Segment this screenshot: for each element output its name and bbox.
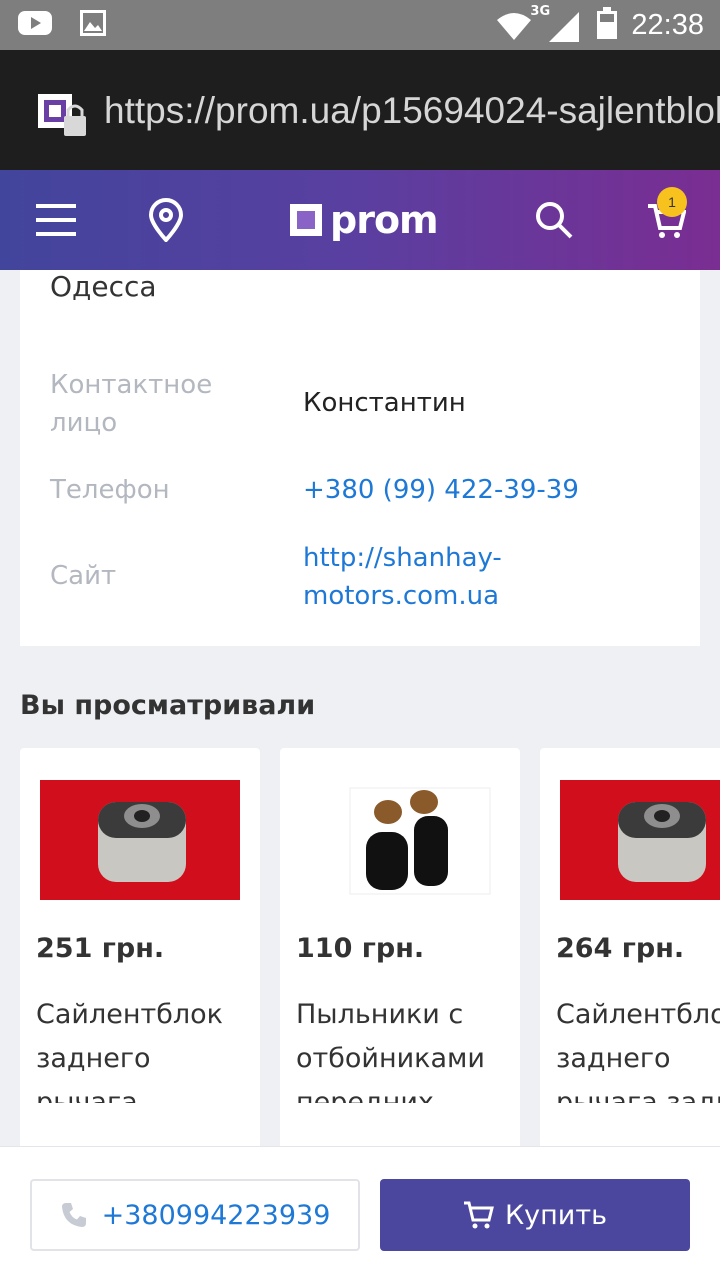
cart-count-badge: 1 [657,187,687,217]
search-icon [536,202,573,239]
product-card[interactable]: 110 грн. Пыльники с отбойниками передних [280,748,520,1148]
site-label: Сайт [50,561,117,591]
product-title[interactable]: Пыльники с отбойниками передних [296,993,520,1103]
product-title[interactable]: Сайлентблок заднего рычага [36,993,260,1103]
product-card[interactable]: 264 грн. Сайлентблок заднего рычага задн [540,748,720,1148]
product-title-line: рычага [36,1087,138,1103]
product-title-line: Сайлентблок [36,999,223,1030]
site-link[interactable]: http://shanhay-motors.com.ua [303,539,533,615]
contact-person-label: Контактное лицо [50,370,213,438]
signal-area: 3G [497,4,580,44]
contact-person-value: Константин [303,388,466,418]
call-button[interactable]: +380994223939 [30,1179,360,1251]
call-button-label: +380994223939 [101,1199,331,1231]
product-price: 251 грн. [36,933,165,964]
cart-icon [464,1201,494,1229]
product-card[interactable]: 251 грн. Сайлентблок заднего рычага [20,748,260,1148]
phone-label: Телефон [50,475,170,505]
seller-city: Одесса [50,270,157,303]
bottom-action-bar: +380994223939 Купить [0,1146,720,1280]
product-title-line: заднего [36,1043,151,1074]
clock: 22:38 [631,8,704,41]
product-title-line: отбойниками [296,1043,485,1074]
site-lock-icon [36,92,88,140]
logo-text: prom [330,198,439,242]
location-button[interactable] [142,196,190,244]
browser-url-bar[interactable]: https://prom.ua/p15694024-sajlentblok [0,50,720,170]
youtube-icon [18,10,52,40]
battery-icon [597,7,618,43]
product-title[interactable]: Сайлентблок заднего рычага задн [556,993,720,1103]
product-title-line: рычага задн [556,1087,720,1103]
product-image[interactable] [40,780,240,900]
product-image[interactable] [560,780,720,900]
buy-button-label: Купить [505,1199,607,1231]
location-pin-icon [148,198,184,242]
phone-link[interactable]: +380 (99) 422-39-39 [303,471,683,509]
product-title-line: передних [296,1087,434,1103]
product-title-line: Сайлентблок [556,999,720,1030]
buy-button[interactable]: Купить [380,1179,690,1251]
product-price: 264 грн. [556,933,685,964]
site-header: prom [0,170,720,270]
recently-viewed-carousel[interactable]: 251 грн. Сайлентблок заднего рычага 110 … [0,748,720,1148]
prom-logo[interactable]: prom [290,198,439,242]
status-bar: 3G 22:38 [0,0,720,50]
network-type: 3G [530,4,551,19]
product-image[interactable] [300,780,500,900]
recently-viewed-title: Вы просматривали [20,690,316,721]
product-title-line: Пыльники с [296,999,464,1030]
gallery-icon [80,10,106,40]
seller-contact-card: Одесса Контактное лицо Константин Телефо… [20,270,700,646]
url-text[interactable]: https://prom.ua/p15694024-sajlentblok [104,90,720,132]
search-button[interactable] [530,196,578,244]
wifi-icon [497,12,532,44]
menu-button[interactable] [32,196,80,244]
phone-icon [61,1203,86,1227]
prom-logo-mark [290,204,322,236]
product-price: 110 грн. [296,933,425,964]
product-title-line: заднего [556,1043,671,1074]
cell-signal-icon [549,12,580,46]
hamburger-icon [36,204,76,236]
